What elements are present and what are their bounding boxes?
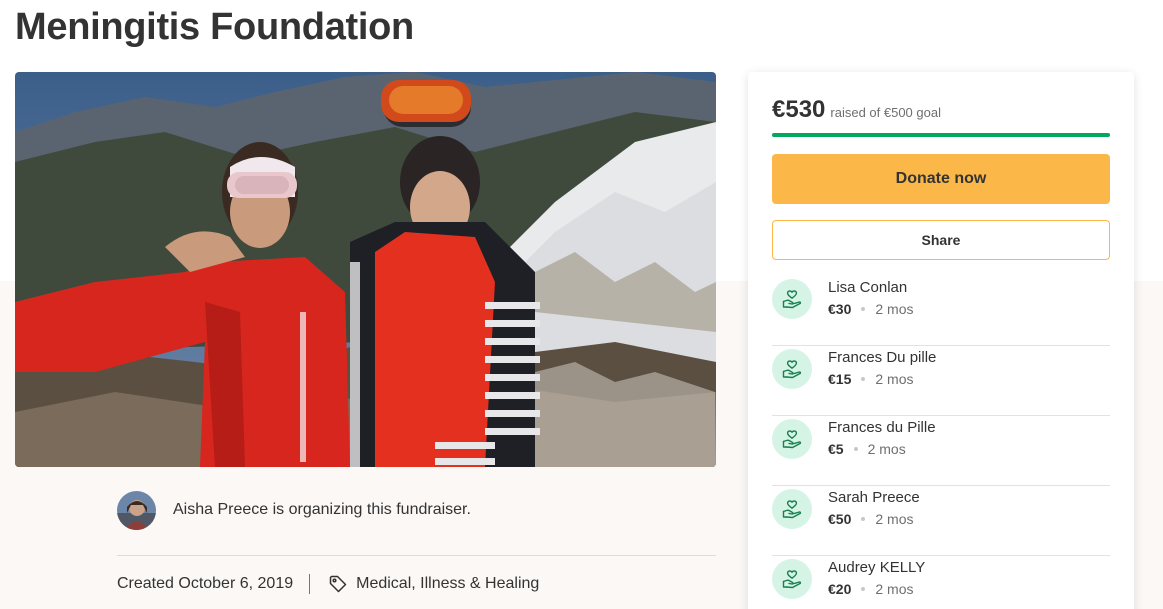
- donor-amount: €5: [828, 441, 844, 457]
- dot-separator: [861, 377, 866, 381]
- donor-time: 2 mos: [875, 371, 914, 387]
- dot-separator: [861, 587, 866, 591]
- avatar[interactable]: [117, 490, 156, 530]
- donor-name: Lisa Conlan: [828, 279, 908, 296]
- hand-heart-icon: [772, 279, 812, 319]
- campaign-photo-image: [15, 72, 716, 467]
- hand-heart-icon: [772, 349, 812, 389]
- donor-amount: €15: [828, 371, 852, 387]
- progress-fill: [772, 133, 1110, 137]
- page-title: Meningitis Foundation: [15, 6, 414, 48]
- tag-icon: [328, 574, 348, 594]
- donation-card: €530 raised of €500 goal Donate now Shar…: [748, 72, 1134, 609]
- created-date: Created October 6, 2019: [117, 575, 294, 592]
- donor-amount: €50: [828, 511, 852, 527]
- donor-item: Sarah Preece €50 2 mos: [772, 486, 1110, 556]
- donor-name: Frances Du pille: [828, 349, 937, 366]
- donor-name: Frances du Pille: [828, 419, 936, 436]
- donor-item: Frances du Pille €5 2 mos: [772, 416, 1110, 486]
- hand-heart-icon: [772, 489, 812, 529]
- category-link[interactable]: Medical, Illness & Healing: [356, 575, 539, 593]
- goal-text: raised of €500 goal: [830, 105, 941, 120]
- donor-name: Audrey KELLY: [828, 559, 926, 576]
- hand-heart-icon: [772, 559, 812, 599]
- donor-amount: €20: [828, 581, 852, 597]
- donor-amount: €30: [828, 301, 852, 317]
- raised-amount: €530: [772, 96, 826, 123]
- donor-name: Sarah Preece: [828, 489, 920, 506]
- donor-time: 2 mos: [875, 511, 914, 527]
- share-button[interactable]: Share: [772, 220, 1110, 260]
- donor-time: 2 mos: [867, 441, 906, 457]
- donate-button[interactable]: Donate now: [772, 154, 1110, 204]
- donor-item: Lisa Conlan €30 2 mos: [772, 276, 1110, 346]
- progress-bar: [772, 133, 1110, 137]
- organizer-text: Aisha Preece is organizing this fundrais…: [173, 501, 471, 518]
- campaign-meta: Created October 6, 2019 Medical, Illness…: [117, 574, 539, 594]
- organizer-row: Aisha Preece is organizing this fundrais…: [117, 490, 716, 530]
- donor-time: 2 mos: [875, 581, 914, 597]
- campaign-photo[interactable]: [15, 72, 716, 467]
- dot-separator: [853, 447, 858, 451]
- hand-heart-icon: [772, 419, 812, 459]
- raised-summary: €530 raised of €500 goal: [772, 96, 941, 124]
- donor-item: Audrey KELLY €20 2 mos: [772, 556, 1110, 609]
- donor-time: 2 mos: [875, 301, 914, 317]
- donor-item: Frances Du pille €15 2 mos: [772, 346, 1110, 416]
- meta-separator: [309, 574, 311, 594]
- divider: [117, 555, 716, 556]
- dot-separator: [861, 517, 866, 521]
- dot-separator: [861, 307, 866, 311]
